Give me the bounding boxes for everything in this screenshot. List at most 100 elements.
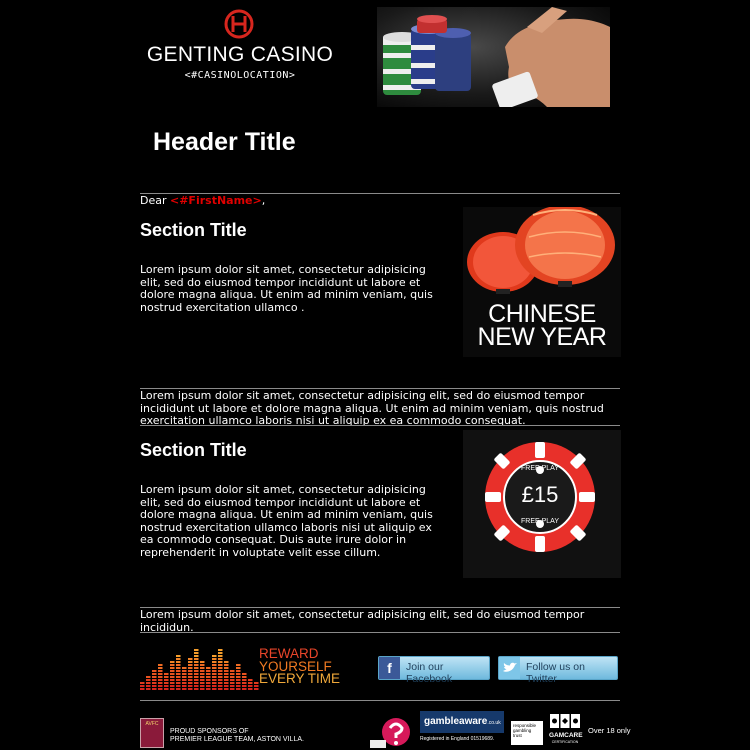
equalizer-segment [176, 667, 181, 669]
equalizer-segment [200, 661, 205, 663]
equalizer-segment [230, 670, 235, 672]
aston-villa-crest-icon[interactable]: AVFC [140, 718, 164, 748]
equalizer-segment [182, 688, 187, 690]
equalizer-segment [194, 658, 199, 660]
equalizer-segment [230, 685, 235, 687]
equalizer-segment [200, 670, 205, 672]
section-body-2: Lorem ipsum dolor sit amet, consectetur … [140, 483, 433, 559]
equalizer-segment [170, 673, 175, 675]
equalizer-segment [176, 685, 181, 687]
brand-location: <#CASINOLOCATION> [184, 70, 296, 81]
equalizer-segment [158, 682, 163, 684]
equalizer-segment [206, 688, 211, 690]
equalizer-segment [188, 688, 193, 690]
equalizer-segment [176, 676, 181, 678]
equalizer-segment [200, 682, 205, 684]
equalizer-segment [158, 685, 163, 687]
equalizer-segment [152, 682, 157, 684]
equalizer-segment [224, 688, 229, 690]
responsible-gambling-logo[interactable]: responsible gambling trust [511, 721, 543, 745]
equalizer-segment [200, 664, 205, 666]
equalizer-segment [176, 682, 181, 684]
equalizer-segment [248, 688, 253, 690]
chinese-new-year-image: CHINESE NEW YEAR [463, 207, 621, 357]
equalizer-segment [212, 688, 217, 690]
help-logo-icon[interactable] [370, 714, 414, 750]
equalizer-segment [254, 682, 259, 684]
equalizer-segment [212, 667, 217, 669]
equalizer-segment [140, 688, 145, 690]
equalizer-segment [218, 685, 223, 687]
equalizer-segment [146, 676, 151, 678]
equalizer-segment [200, 679, 205, 681]
equalizer-segment [158, 688, 163, 690]
equalizer-segment [206, 682, 211, 684]
equalizer-segment [182, 673, 187, 675]
equalizer-icon [140, 649, 259, 690]
equalizer-segment [176, 664, 181, 666]
equalizer-segment [164, 679, 169, 681]
equalizer-segment [242, 673, 247, 675]
equalizer-segment [200, 685, 205, 687]
divider [140, 700, 620, 701]
equalizer-segment [170, 664, 175, 666]
equalizer-segment [194, 688, 199, 690]
twitter-button[interactable]: Follow us on Twitter [498, 656, 618, 685]
equalizer-segment [248, 685, 253, 687]
equalizer-segment [146, 685, 151, 687]
equalizer-segment [176, 661, 181, 663]
equalizer-segment [146, 682, 151, 684]
section-body-1: Lorem ipsum dolor sit amet, consectetur … [140, 263, 433, 314]
equalizer-segment [212, 661, 217, 663]
chip-top-text: FREE PLAY [521, 465, 559, 472]
equalizer-segment [218, 649, 223, 651]
equalizer-segment [254, 685, 259, 687]
equalizer-segment [158, 667, 163, 669]
greeting: Dear <#FirstName>, [140, 194, 265, 207]
equalizer-segment [242, 676, 247, 678]
gamcare-logo[interactable]: GAMCARE CERTIFICATION [549, 713, 583, 747]
facebook-icon: f [379, 657, 400, 679]
divider [140, 425, 620, 426]
equalizer-segment [152, 688, 157, 690]
equalizer-segment [224, 685, 229, 687]
gamcare-sub: CERTIFICATION [551, 740, 579, 744]
equalizer-segment [146, 679, 151, 681]
hand-icon [492, 7, 610, 107]
equalizer-segment [152, 679, 157, 681]
equalizer-segment [152, 673, 157, 675]
equalizer-segment [194, 649, 199, 651]
reward-text: REWARD YOURSELF EVERY TIME [259, 647, 340, 686]
equalizer-segment [188, 676, 193, 678]
gambleaware-logo[interactable]: gambleaware.co.uk [420, 711, 504, 733]
chip-bottom-text: FREE PLAY [521, 518, 559, 525]
equalizer-segment [212, 685, 217, 687]
equalizer-segment [194, 661, 199, 663]
equalizer-segment [140, 682, 145, 684]
cny-line-2: NEW YEAR [477, 323, 607, 351]
equalizer-segment [176, 670, 181, 672]
twitter-button-label: Follow us on Twitter [526, 661, 585, 685]
facebook-button[interactable]: f Join our Facebook [378, 656, 490, 685]
equalizer-segment [188, 670, 193, 672]
chip-amount: £15 [521, 482, 559, 507]
hero-image [377, 7, 610, 107]
equalizer-segment [170, 661, 175, 663]
equalizer-segment [194, 664, 199, 666]
equalizer-segment [182, 682, 187, 684]
equalizer-segment [176, 679, 181, 681]
equalizer-segment [200, 673, 205, 675]
equalizer-segment [200, 688, 205, 690]
age-restriction-text: Over 18 only [588, 726, 631, 735]
equalizer-segment [194, 652, 199, 654]
equalizer-segment [194, 655, 199, 657]
sponsor-text: PROUD SPONSORS OF PREMIER LEAGUE TEAM, A… [170, 728, 304, 744]
gambleaware-suffix: .co.uk [487, 720, 501, 726]
equalizer-segment [236, 676, 241, 678]
equalizer-segment [152, 676, 157, 678]
equalizer-segment [188, 682, 193, 684]
equalizer-segment [158, 679, 163, 681]
section-title-2: Section Title [140, 440, 247, 460]
greeting-prefix: Dear [140, 194, 170, 207]
equalizer-segment [206, 679, 211, 681]
